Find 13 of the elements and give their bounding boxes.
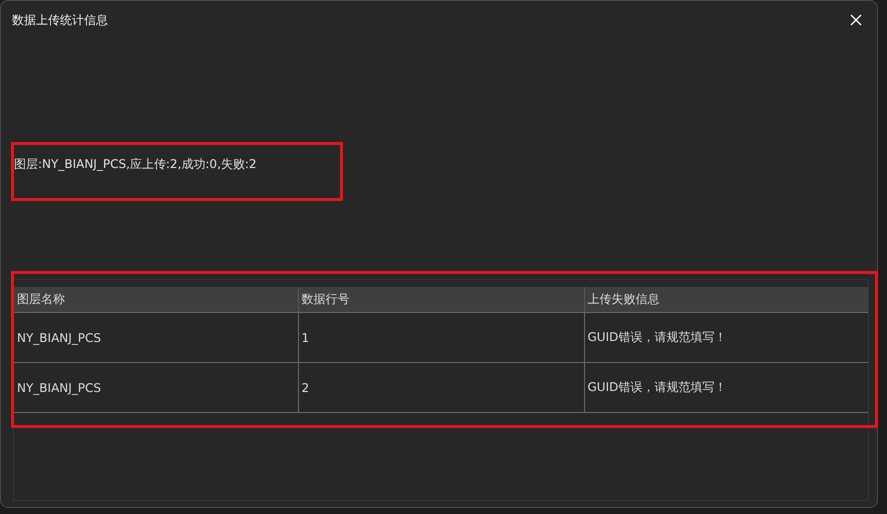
- column-header[interactable]: 图层名称: [14, 287, 298, 312]
- column-header[interactable]: 数据行号: [298, 287, 584, 312]
- table-cell: NY_BIANJ_PCS: [14, 312, 298, 362]
- column-header[interactable]: 上传失败信息: [584, 287, 868, 312]
- table-cell: 2: [298, 362, 584, 412]
- table-cell: NY_BIANJ_PCS: [14, 362, 298, 412]
- close-button[interactable]: [849, 13, 863, 27]
- summary-text: 图层:NY_BIANJ_PCS,应上传:2,成功:0,失败:2: [14, 156, 258, 173]
- table-cell: GUID错误，请规范填写！: [584, 312, 868, 362]
- window-title: 数据上传统计信息: [12, 12, 108, 28]
- table-cell: GUID错误，请规范填写！: [584, 362, 868, 412]
- table-cell: 1: [298, 312, 584, 362]
- close-icon: [849, 13, 863, 27]
